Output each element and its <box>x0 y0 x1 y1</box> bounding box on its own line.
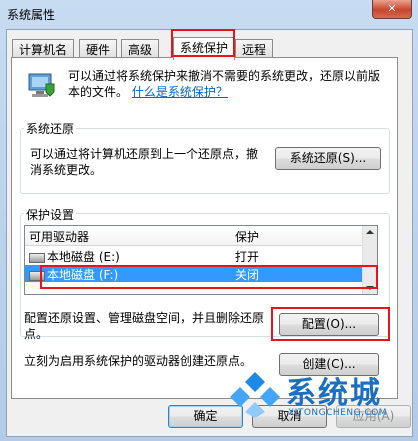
drive-list: 可用驱动器 保护 本地磁盘 (E:) 打开 本地磁盘 (F:) 关闭 <box>24 225 378 295</box>
watermark-logo-icon <box>230 372 280 418</box>
system-restore-button[interactable]: 系统还原(S)... <box>275 147 381 170</box>
drive-row[interactable]: 本地磁盘 (E:) 打开 <box>25 247 363 264</box>
close-button[interactable]: ✕ <box>372 0 412 19</box>
configure-button[interactable]: 配置(O)... <box>279 313 379 336</box>
drive-name: 本地磁盘 (E:) <box>47 250 120 264</box>
drive-icon <box>29 270 45 281</box>
scroll-arrows-icon <box>366 230 374 290</box>
drive-icon <box>29 252 45 263</box>
list-scrollbar[interactable] <box>362 226 377 294</box>
watermark: 系统城 XITONGCHENG.COM <box>228 366 416 430</box>
system-protection-icon <box>28 73 55 97</box>
config-text: 配置还原设置、管理磁盘空间，并且删除还原点。 <box>24 311 265 341</box>
drive-row-selected[interactable]: 本地磁盘 (F:) 关闭 <box>25 265 363 282</box>
what-is-system-protection-link[interactable]: 什么是系统保护？ <box>132 85 228 99</box>
restore-group-label: 系统还原 <box>24 120 77 137</box>
drive-list-header: 可用驱动器 保护 <box>25 226 363 246</box>
watermark-brand: 系统城 <box>286 376 382 411</box>
column-protection[interactable]: 保护 <box>235 228 259 245</box>
drive-status: 打开 <box>235 250 260 264</box>
protection-group-label: 保护设置 <box>24 206 77 223</box>
window-title: 系统属性 <box>7 8 56 22</box>
drive-name: 本地磁盘 (F:) <box>47 268 119 282</box>
system-properties-window: 系统属性 ✕ 计算机名 硬件 高级 系统保护 远程 可以通过将系统保护来撤消不需… <box>0 0 418 441</box>
title-bar: 系统属性 ✕ <box>0 0 418 28</box>
column-available-drives[interactable]: 可用驱动器 <box>29 228 89 245</box>
restore-text: 可以通过将计算机还原到上一个还原点，撤消系统更改。 <box>30 147 259 177</box>
tab-system-protection[interactable]: 系统保护 <box>173 37 236 60</box>
watermark-url: XITONGCHENG.COM <box>288 408 388 418</box>
drive-status: 关闭 <box>235 268 260 282</box>
